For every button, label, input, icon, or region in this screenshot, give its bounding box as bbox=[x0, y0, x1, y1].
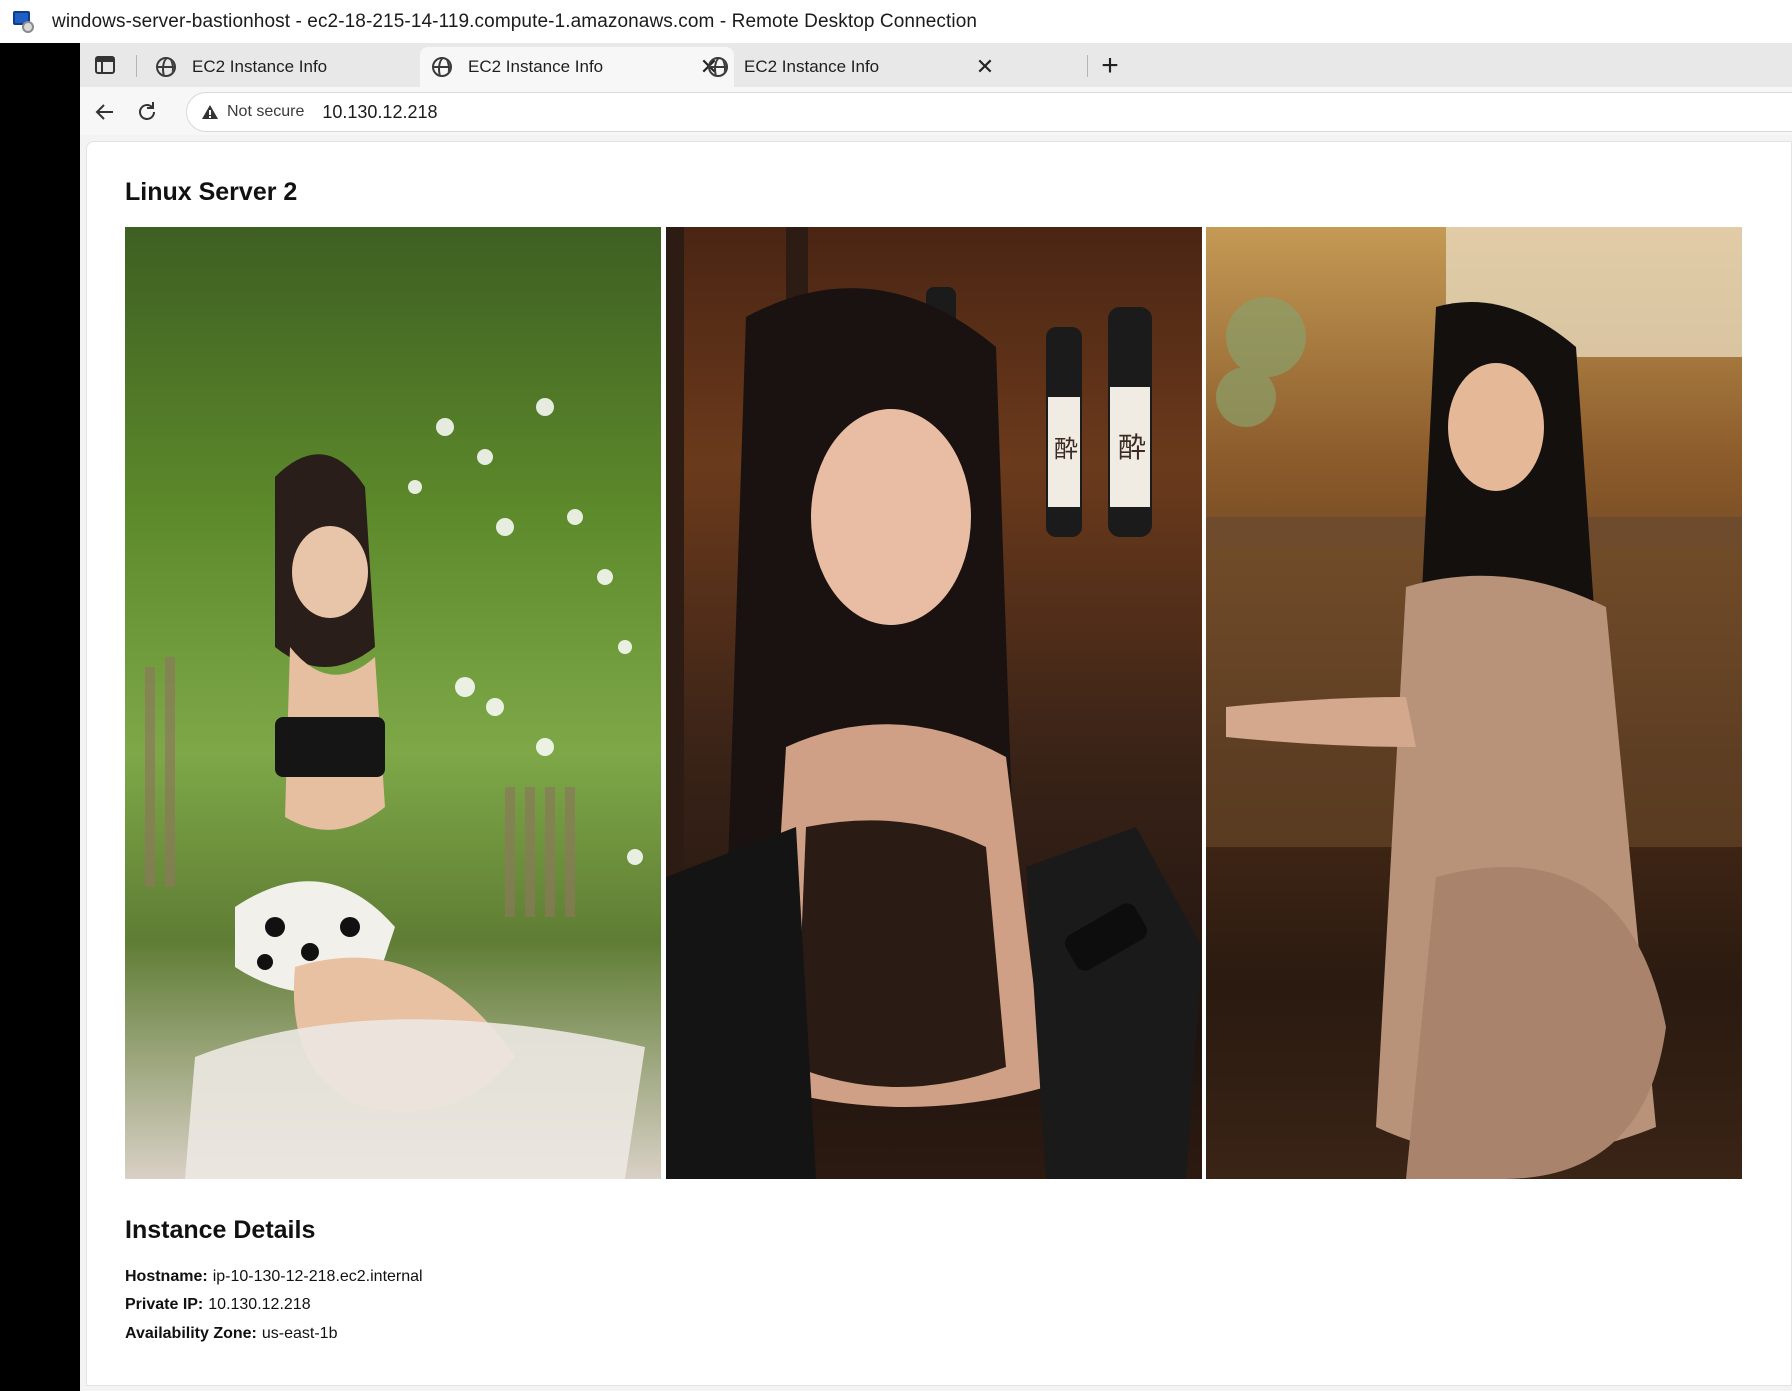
hostname-row: Hostname: ip-10-130-12-218.ec2.internal bbox=[125, 1268, 423, 1286]
remote-desktop-icon bbox=[10, 9, 36, 35]
photo-bar-shelves: 酔酔 bbox=[666, 227, 1202, 1179]
hostname-value: ip-10-130-12-218.ec2.internal bbox=[212, 1268, 423, 1285]
security-status[interactable]: Not secure bbox=[227, 103, 304, 121]
private-ip-value: 10.130.12.218 bbox=[208, 1296, 311, 1313]
back-button[interactable] bbox=[88, 95, 122, 129]
tab-ec2-instance-info-2[interactable]: EC2 Instance Info ✕ bbox=[420, 47, 734, 87]
tab-ec2-instance-info-1[interactable]: EC2 Instance Info ✕ bbox=[144, 47, 458, 87]
refresh-icon bbox=[139, 102, 155, 120]
availability-zone-value: us-east-1b bbox=[261, 1325, 338, 1342]
refresh-button[interactable] bbox=[130, 95, 164, 129]
url-text[interactable]: 10.130.12.218 bbox=[322, 102, 437, 123]
close-icon[interactable]: ✕ bbox=[970, 52, 1000, 82]
svg-text:酔: 酔 bbox=[1118, 431, 1146, 464]
remote-desktop-background bbox=[0, 43, 80, 1391]
tab-actions-button[interactable] bbox=[90, 52, 120, 78]
back-arrow-icon bbox=[95, 104, 113, 120]
browser-window: EC2 Instance Info ✕ EC2 Instance Info ✕ … bbox=[80, 43, 1792, 1391]
tab-label: EC2 Instance Info bbox=[468, 57, 604, 76]
globe-icon bbox=[708, 57, 728, 77]
private-ip-label: Private IP: bbox=[125, 1296, 204, 1313]
tab-separator bbox=[1087, 55, 1088, 77]
page-content: Linux Server 2 酔 酔 Instance Details Host… bbox=[86, 141, 1792, 1386]
photo-garden bbox=[125, 227, 661, 1179]
warning-icon[interactable] bbox=[201, 104, 219, 120]
tab-strip: EC2 Instance Info ✕ EC2 Instance Info ✕ … bbox=[80, 43, 1792, 87]
new-tab-button[interactable]: + bbox=[1094, 49, 1126, 82]
browser-toolbar: Not secure 10.130.12.218 bbox=[80, 87, 1792, 135]
globe-icon bbox=[432, 57, 452, 77]
tab-ec2-instance-info-3[interactable]: EC2 Instance Info ✕ bbox=[696, 47, 1010, 87]
window-title: windows-server-bastionhost - ec2-18-215-… bbox=[52, 10, 978, 32]
address-bar[interactable]: Not secure 10.130.12.218 bbox=[186, 92, 1792, 132]
availability-zone-label: Availability Zone: bbox=[125, 1325, 257, 1342]
tab-separator bbox=[136, 55, 137, 77]
private-ip-row: Private IP: 10.130.12.218 bbox=[125, 1296, 311, 1314]
photo-cafe-counter-image bbox=[1206, 227, 1742, 1179]
rdp-titlebar: windows-server-bastionhost - ec2-18-215-… bbox=[0, 0, 1792, 43]
photo-garden-image bbox=[145, 398, 645, 1179]
svg-text:酔: 酔 bbox=[1054, 435, 1078, 463]
photo-bar-shelves-image: 酔酔 bbox=[666, 227, 1202, 1179]
hostname-label: Hostname: bbox=[125, 1268, 208, 1285]
photo-cafe-counter bbox=[1206, 227, 1742, 1179]
instance-details-heading: Instance Details bbox=[125, 1216, 316, 1244]
page-title: Linux Server 2 bbox=[125, 178, 298, 206]
globe-icon bbox=[156, 57, 176, 77]
tab-label: EC2 Instance Info bbox=[192, 57, 328, 76]
tab-actions-icon bbox=[95, 56, 115, 74]
availability-zone-row: Availability Zone: us-east-1b bbox=[125, 1325, 337, 1343]
tab-label: EC2 Instance Info bbox=[744, 57, 880, 76]
